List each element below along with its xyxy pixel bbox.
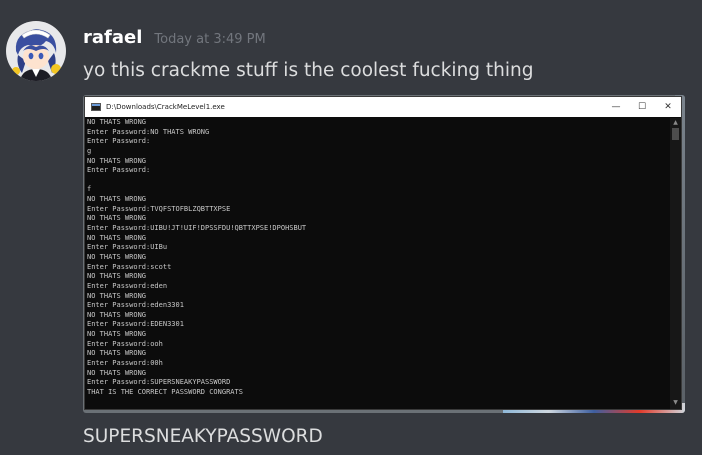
console-line: NO THATS WRONG — [87, 310, 147, 319]
scroll-down-icon: ▼ — [673, 399, 678, 406]
console-line: Enter Password:SUPERSNEAKYPASSWORD — [87, 378, 231, 387]
console-line: Enter Password: — [87, 166, 151, 175]
console-line: g — [87, 146, 92, 155]
anime-avatar-icon — [6, 21, 66, 81]
console-line: _ — [87, 407, 669, 409]
console-line: Enter Password:TVQFSTOFBLZQBTTXPSE — [87, 204, 231, 213]
console-line: Enter Password:scott — [87, 262, 172, 271]
console-line: Enter Password: — [87, 137, 151, 146]
console-line: f — [87, 185, 92, 194]
console-line: Enter Password:eden — [87, 281, 168, 290]
console-line: NO THATS WRONG — [87, 349, 147, 358]
console-line: NO THATS WRONG — [87, 214, 147, 223]
console-window: D:\Downloads\CrackMeLevel1.exe — ☐ ✕ NO … — [84, 96, 682, 410]
console-line: Enter Password:00h — [87, 359, 163, 368]
console-line: Enter Password:NO THATS WRONG — [87, 127, 210, 136]
console-line: NO THATS WRONG — [87, 330, 147, 339]
minimize-icon: — — [611, 102, 621, 112]
console-line: Enter Password:ooh — [87, 339, 163, 348]
console-line: NO THATS WRONG — [87, 368, 147, 377]
message-header: rafael Today at 3:49 PM — [83, 27, 266, 51]
close-icon: ✕ — [664, 102, 672, 112]
console-line: NO THATS WRONG — [87, 233, 147, 242]
scroll-up-icon: ▲ — [673, 119, 678, 126]
console-line: NO THATS WRONG — [87, 252, 147, 261]
console-line: Enter Password:UIBu — [87, 243, 168, 252]
console-scrollbar: ▲ ▼ — [670, 118, 681, 409]
console-line: NO THATS WRONG — [87, 195, 147, 204]
timestamp: Today at 3:49 PM — [154, 32, 266, 47]
scroll-thumb — [672, 128, 679, 140]
console-app-icon — [91, 103, 101, 111]
console-line: NO THATS WRONG — [87, 291, 147, 300]
user-avatar[interactable] — [6, 21, 66, 81]
window-controls: — ☐ ✕ — [603, 97, 681, 117]
console-line: NO THATS WRONG — [87, 118, 147, 126]
image-attachment[interactable]: D:\Downloads\CrackMeLevel1.exe — ☐ ✕ NO … — [83, 95, 685, 413]
console-line: THAT IS THE CORRECT PASSWORD CONGRATS — [87, 387, 243, 396]
chat-message: rafael Today at 3:49 PM yo this crackme … — [0, 0, 702, 455]
console-line: NO THATS WRONG — [87, 156, 147, 165]
console-output: NO THATS WRONG Enter Password:NO THATS WR… — [87, 118, 669, 409]
message-text-followup: SUPERSNEAKYPASSWORD — [83, 426, 323, 447]
maximize-icon: ☐ — [637, 102, 647, 112]
username[interactable]: rafael — [83, 27, 142, 48]
console-line: Enter Password:EDEN3301 — [87, 320, 184, 329]
console-line: Enter Password:UIBU!JT!UIF!DPSSFDU!QBTTX… — [87, 224, 307, 233]
console-title: D:\Downloads\CrackMeLevel1.exe — [106, 103, 225, 111]
console-titlebar: D:\Downloads\CrackMeLevel1.exe — ☐ ✕ — [85, 97, 681, 117]
console-line: NO THATS WRONG — [87, 272, 147, 281]
message-text: yo this crackme stuff is the coolest fuc… — [83, 60, 534, 81]
console-line: Enter Password:eden3301 — [87, 301, 184, 310]
